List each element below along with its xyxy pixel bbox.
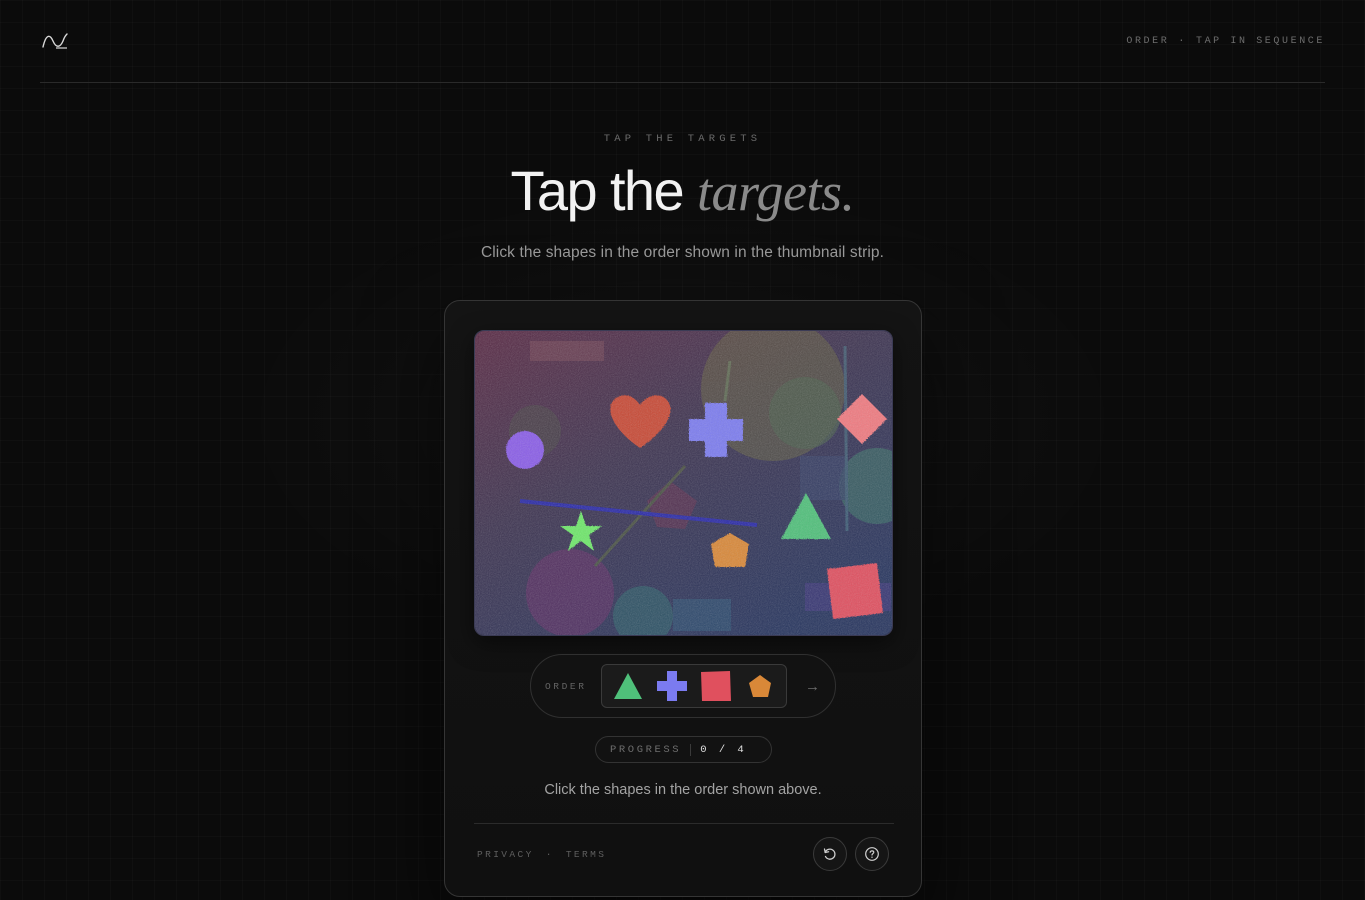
order-label: ORDER <box>545 680 587 692</box>
order-thumb-cross <box>657 671 687 701</box>
order-thumbnail-strip <box>601 664 787 708</box>
terms-link[interactable]: TERMS <box>566 849 607 860</box>
top-header: ORDER · TAP IN SEQUENCE <box>40 0 1325 83</box>
help-button[interactable] <box>855 837 889 871</box>
progress-label: PROGRESS <box>610 743 682 756</box>
order-thumb-pentagon <box>749 675 771 697</box>
page-subtitle: Click the shapes in the order shown in t… <box>480 244 885 261</box>
page-title-emphasis: targets. <box>696 162 855 222</box>
eyebrow: TAP THE TARGETS <box>603 133 762 145</box>
footer-separator: · <box>545 849 554 860</box>
wave-logo-icon[interactable] <box>42 32 68 50</box>
challenge-canvas <box>474 330 893 636</box>
privacy-link[interactable]: PRIVACY <box>477 849 534 860</box>
refresh-button[interactable] <box>813 837 847 871</box>
progress-divider <box>690 743 692 756</box>
arrow-right-icon[interactable]: → <box>805 679 820 694</box>
hero: TAP THE TARGETS Tap the targets. Click t… <box>0 133 1365 262</box>
refresh-icon <box>823 848 836 860</box>
challenge-card: ORDER → PROGRESS 0 / 4 Click the shapes … <box>444 300 922 897</box>
order-thumb-triangle <box>614 673 642 699</box>
instruction-text: Click the shapes in the order shown abov… <box>544 782 822 798</box>
canvas-noise-overlay <box>475 331 893 636</box>
header-meta-mode: TAP IN SEQUENCE <box>1195 35 1325 47</box>
header-meta: ORDER · TAP IN SEQUENCE <box>1126 36 1325 47</box>
progress-value: 0 / 4 <box>700 743 747 756</box>
order-thumb-square <box>701 671 731 701</box>
header-meta-separator: · <box>1178 35 1187 47</box>
order-bar: ORDER → <box>530 654 836 718</box>
header-meta-order: ORDER <box>1126 35 1170 47</box>
page-title-plain: Tap the <box>510 159 685 222</box>
card-divider <box>474 823 894 824</box>
progress-indicator: PROGRESS 0 / 4 <box>595 736 772 763</box>
page-title: Tap the targets. <box>0 159 1365 224</box>
help-circle-icon <box>865 847 879 861</box>
card-footer-links: PRIVACY · TERMS <box>477 849 606 860</box>
